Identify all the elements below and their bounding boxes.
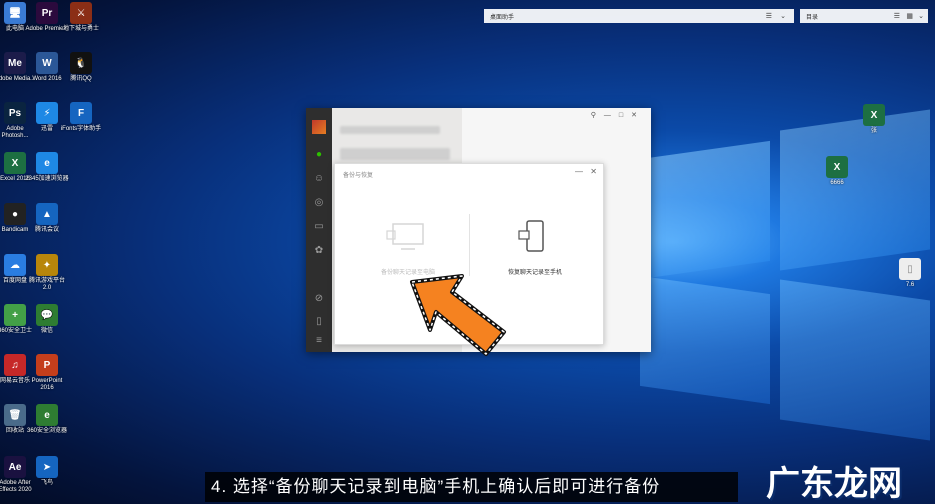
desktop-icon-label: 腾讯会议 bbox=[34, 227, 59, 233]
desktop-icon[interactable]: ➤ 飞鸟 bbox=[25, 456, 69, 487]
desktop-icon-label: iFonts字体助手 bbox=[60, 126, 102, 132]
desktop-icon-label: 飞鸟 bbox=[40, 480, 53, 486]
list-item[interactable] bbox=[340, 126, 440, 134]
desktop-icon-label: 腾讯QQ bbox=[70, 76, 92, 82]
desktop-icon[interactable]: X 6666 bbox=[815, 156, 859, 187]
desktop-icon-label: 张 bbox=[870, 128, 877, 134]
avatar[interactable] bbox=[312, 120, 326, 134]
app-icon: e bbox=[36, 152, 58, 174]
app-icon: Ae bbox=[4, 456, 26, 478]
menu-icon[interactable]: ☰ bbox=[766, 12, 772, 20]
miniprogram-icon[interactable]: ⊘ bbox=[312, 292, 326, 306]
desktop-icon-label: 腾讯游戏平台 2.0 bbox=[28, 278, 65, 291]
desktop-icon[interactable]: ✦ 腾讯游戏平台 2.0 bbox=[25, 254, 69, 292]
app-icon: Me bbox=[4, 52, 26, 74]
grid-icon[interactable]: ▦ bbox=[906, 12, 913, 20]
app-icon: ☁ bbox=[4, 254, 26, 276]
top-box-right-text: 目录 bbox=[806, 15, 819, 21]
top-search-box-left[interactable]: 桌面助手 ☰ ⌄ bbox=[484, 9, 794, 23]
app-icon: e bbox=[36, 404, 58, 426]
app-icon: 💬 bbox=[36, 304, 58, 326]
app-icon: 🗑 bbox=[4, 404, 26, 426]
wechat-sidebar: ● ☺ ◎ ▭ ✿ ⊘ ▯ ≡ bbox=[306, 108, 332, 352]
desktop-icon-label: 2345加速浏览器 bbox=[25, 176, 69, 182]
menu-icon[interactable]: ≡ bbox=[312, 334, 326, 348]
desktop-icon-label: 地下城与勇士 bbox=[62, 26, 99, 32]
app-icon: ✦ bbox=[36, 254, 58, 276]
desktop-icon[interactable]: e 2345加速浏览器 bbox=[25, 152, 69, 183]
app-icon: ♫ bbox=[4, 354, 26, 376]
chevron-down-icon[interactable]: ⌄ bbox=[780, 12, 786, 20]
top-search-box-right[interactable]: 目录 ☰ ▦ ⌄ bbox=[800, 9, 928, 23]
file-icon: ▯ bbox=[899, 258, 921, 280]
app-icon: ▲ bbox=[36, 203, 58, 225]
close-button[interactable]: ✕ bbox=[590, 167, 597, 176]
menu-icon[interactable]: ☰ bbox=[894, 12, 900, 20]
app-icon: W bbox=[36, 52, 58, 74]
favorites-icon[interactable]: ◎ bbox=[312, 196, 326, 210]
desktop-icon-label: 7.6 bbox=[905, 282, 915, 288]
desktop-icon[interactable]: ▲ 腾讯会议 bbox=[25, 203, 69, 234]
app-icon: ● bbox=[4, 203, 26, 225]
contacts-icon[interactable]: ☺ bbox=[312, 172, 326, 186]
list-item[interactable] bbox=[340, 148, 450, 160]
app-icon: + bbox=[4, 304, 26, 326]
desktop-icon[interactable]: FiFonts字体助手 bbox=[59, 102, 103, 133]
desktop-icon-label: PowerPoint 2016 bbox=[31, 378, 63, 391]
divider bbox=[469, 214, 470, 276]
file-icon: X bbox=[863, 104, 885, 126]
desktop-icon[interactable]: ⚔ 地下城与勇士 bbox=[59, 2, 103, 33]
app-icon: ➤ bbox=[36, 456, 58, 478]
dialog-title: 备份与恢复 bbox=[343, 173, 374, 179]
desktop-icon-label: 360安全浏览器 bbox=[26, 428, 67, 434]
window-controls[interactable]: ⚲—□✕ bbox=[591, 111, 645, 119]
app-icon: ⚔ bbox=[70, 2, 92, 24]
watermark: 广东龙网 bbox=[766, 464, 902, 504]
moments-icon[interactable]: ✿ bbox=[312, 244, 326, 258]
chat-icon[interactable]: ● bbox=[312, 148, 326, 162]
caption-text: 4. 选择“备份聊天记录到电脑”手机上确认后即可进行备份 bbox=[205, 472, 738, 502]
file-icon: X bbox=[826, 156, 848, 178]
app-icon: Pr bbox=[36, 2, 58, 24]
minimize-button[interactable]: — bbox=[575, 167, 583, 176]
app-icon: ⚡ bbox=[36, 102, 58, 124]
app-icon: X bbox=[4, 152, 26, 174]
desktop-icon-label: 6666 bbox=[830, 180, 844, 186]
desktop-icon[interactable]: X张 bbox=[852, 104, 896, 135]
desktop-icon[interactable]: e 360安全浏览器 bbox=[25, 404, 69, 435]
desktop-icon[interactable]: 💬 微信 bbox=[25, 304, 69, 335]
app-icon: F bbox=[70, 102, 92, 124]
desktop-icon[interactable]: ▯ 7.6 bbox=[888, 258, 932, 289]
desktop-icon-label: 微信 bbox=[40, 328, 53, 334]
folder-icon[interactable]: ▭ bbox=[312, 220, 326, 234]
phone-icon bbox=[518, 220, 544, 252]
desktop-icon[interactable]: 🐧 腾讯QQ bbox=[59, 52, 103, 83]
app-icon: Ps bbox=[4, 102, 26, 124]
computer-icon bbox=[386, 223, 424, 250]
top-box-left-text: 桌面助手 bbox=[490, 15, 515, 21]
desktop-icon[interactable]: P PowerPoint 2016 bbox=[25, 354, 69, 392]
chevron-down-icon[interactable]: ⌄ bbox=[918, 12, 924, 20]
app-icon: P bbox=[36, 354, 58, 376]
arrow-annotation-icon bbox=[410, 274, 506, 356]
app-icon: 🖥 bbox=[4, 2, 26, 24]
app-icon: 🐧 bbox=[70, 52, 92, 74]
phone-icon[interactable]: ▯ bbox=[312, 315, 326, 329]
